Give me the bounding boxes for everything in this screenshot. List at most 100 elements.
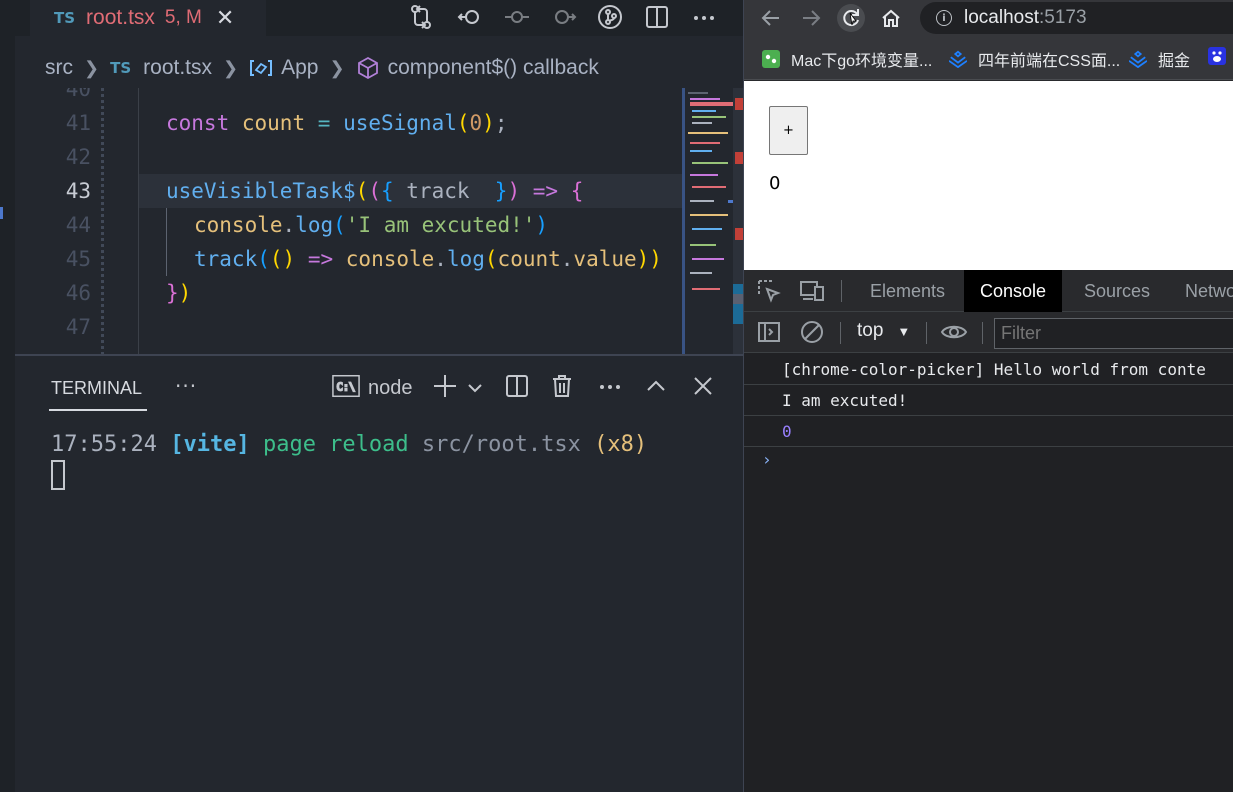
tab-terminal[interactable]: TERMINAL: [51, 378, 142, 399]
git-graph-icon[interactable]: [596, 3, 624, 31]
chevron-up-icon[interactable]: [642, 372, 670, 400]
tab-elements[interactable]: Elements: [854, 270, 961, 312]
tab-sources[interactable]: Sources: [1068, 270, 1166, 312]
breadcrumb-callback[interactable]: component$() callback: [388, 56, 599, 80]
device-toolbar-icon[interactable]: [798, 277, 826, 305]
inspect-element-icon[interactable]: [755, 277, 783, 305]
go-previous-change-icon[interactable]: [503, 3, 531, 31]
terminal-message: page reload: [262, 432, 409, 457]
increment-button[interactable]: +: [769, 106, 808, 155]
more-actions-icon[interactable]: [690, 3, 718, 31]
code-line: 46 }): [15, 276, 665, 310]
git-compare-icon[interactable]: [407, 3, 435, 31]
code-text: track(() => console.log(count.value)): [194, 247, 662, 271]
breadcrumb-src[interactable]: src: [45, 56, 73, 80]
line-number: 42: [65, 145, 91, 169]
line-number: 40: [65, 88, 91, 101]
terminal-cursor[interactable]: [51, 460, 65, 490]
bookmark-item[interactable]: 掘金: [1129, 47, 1190, 71]
tab-network[interactable]: Netwo: [1169, 270, 1233, 312]
terminal-shell-name[interactable]: node: [368, 377, 413, 400]
tab-console[interactable]: Console: [964, 270, 1063, 312]
trash-icon[interactable]: [548, 372, 576, 400]
browser-toolbar: i localhost:5173: [744, 0, 1233, 36]
code-line: 47: [15, 310, 665, 344]
clear-console-icon[interactable]: [798, 318, 826, 346]
symbol-variable-icon: [249, 58, 273, 78]
chevron-right-icon: ❯: [329, 57, 345, 78]
devtools-panel: Elements Console Sources Netwo top ▼ [chr…: [744, 270, 1233, 792]
terminal-output-line: 17:55:24 [vite] page reload src/root.tsx…: [51, 432, 647, 457]
tab-filename: root.tsx: [86, 6, 155, 29]
breadcrumb-app[interactable]: App: [281, 56, 318, 80]
code-line: 43 useVisibleTask$(({ track }) => {: [15, 174, 665, 208]
go-back-icon[interactable]: [456, 3, 484, 31]
context-select[interactable]: top ▼: [857, 320, 910, 342]
code-text: console.log('I am excuted!'): [194, 213, 549, 237]
back-icon[interactable]: [757, 4, 785, 32]
reload-icon[interactable]: [837, 4, 865, 32]
address-bar[interactable]: i localhost:5173: [920, 2, 1233, 34]
sidebar-toggle-icon[interactable]: [755, 318, 783, 346]
console-toolbar: top ▼: [744, 312, 1233, 353]
devtools-tab-bar: Elements Console Sources Netwo: [744, 270, 1233, 312]
bookmark-label: 四年前端在CSS面...: [978, 53, 1121, 70]
svg-text:C:\: C:\: [337, 382, 356, 394]
close-icon[interactable]: ✕: [216, 6, 234, 31]
bookmark-label: 掘金: [1158, 53, 1191, 70]
breadcrumb-root-tsx[interactable]: root.tsx: [143, 56, 212, 80]
terminal-count: (x8): [594, 432, 648, 457]
split-terminal-icon[interactable]: [503, 372, 531, 400]
symbol-method-icon: [356, 56, 380, 80]
line-number: 45: [65, 247, 91, 271]
more-actions-icon[interactable]: [596, 372, 624, 400]
go-forward-icon[interactable]: [550, 3, 578, 31]
console-message: I am excuted!: [744, 386, 1233, 416]
address-host: localhost: [964, 7, 1039, 28]
code-text: }): [166, 281, 192, 305]
address-port: :5173: [1039, 7, 1087, 28]
vscode-window: TS root.tsx 5, M ✕ src ❯ TS root.tsx ❯ A…: [0, 0, 744, 792]
baidu-icon: [1208, 47, 1226, 65]
line-number: 44: [65, 213, 91, 237]
line-number: 43: [65, 179, 91, 203]
terminal-panel: TERMINAL ··· C:\ node 17:55:24 [vite] pa…: [15, 356, 744, 792]
code-line: 41 const count = useSignal(0);: [15, 106, 665, 140]
console-prompt-icon[interactable]: ›: [762, 450, 772, 469]
terminal-vite-tag: [vite]: [170, 432, 250, 457]
bookmark-item[interactable]: Mac下go环境变量...: [762, 47, 932, 71]
code-text: const count = useSignal(0);: [166, 111, 508, 135]
chevron-right-icon: ❯: [84, 57, 100, 78]
editor-tab-root-tsx[interactable]: TS root.tsx 5, M ✕: [30, 0, 266, 36]
console-message-number: 0: [744, 417, 1233, 447]
code-editor[interactable]: 40 41 const count = useSignal(0); 42 43 …: [15, 88, 744, 354]
code-line: 45 track(() => console.log(count.value)): [15, 242, 665, 276]
terminal-shell-icon: C:\: [332, 372, 360, 400]
close-icon[interactable]: [689, 372, 717, 400]
ts-file-icon: TS: [54, 9, 76, 27]
bookmark-item[interactable]: 四年前端在CSS面...: [949, 47, 1120, 71]
line-number: 46: [65, 281, 91, 305]
line-number: 47: [65, 315, 91, 339]
code-line: 40: [15, 88, 665, 106]
terminal-time: 17:55:24: [51, 432, 157, 457]
activity-indicator: [0, 207, 3, 219]
count-value: 0: [769, 173, 781, 194]
live-expression-eye-icon[interactable]: [940, 318, 968, 346]
browser-window: i localhost:5173 Mac下go环境变量... 四年前端在CSS面…: [744, 0, 1233, 792]
split-editor-icon[interactable]: [643, 3, 671, 31]
page-viewport: + 0: [744, 81, 1233, 270]
forward-icon[interactable]: [797, 4, 825, 32]
ts-file-icon: TS: [110, 59, 132, 77]
bookmark-item[interactable]: [1208, 47, 1233, 65]
bookmark-label: Mac下go环境变量...: [791, 53, 933, 70]
activity-strip: [0, 0, 15, 792]
chevron-right-icon: ❯: [223, 57, 239, 78]
new-terminal-icon[interactable]: [431, 372, 459, 400]
chevron-down-icon[interactable]: [461, 374, 489, 402]
active-tab-underline: [49, 409, 147, 411]
site-info-icon[interactable]: i: [936, 10, 952, 26]
home-icon[interactable]: [877, 4, 905, 32]
console-filter-input[interactable]: [994, 318, 1233, 349]
panel-more-icon[interactable]: ···: [175, 374, 197, 398]
